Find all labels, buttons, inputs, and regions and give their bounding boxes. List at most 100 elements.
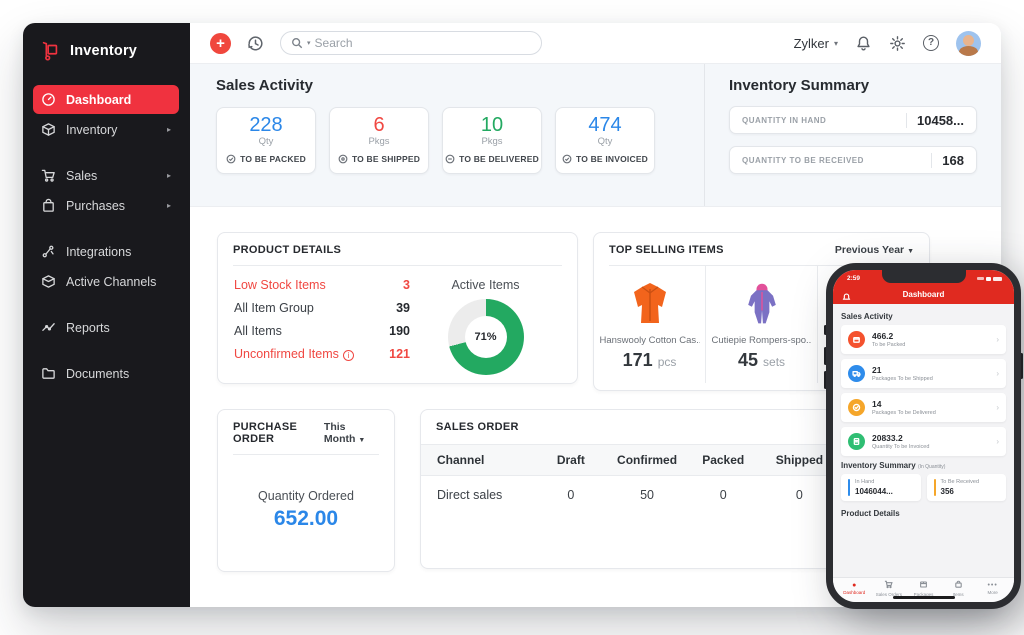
top-selling-item[interactable]: Cutiepie Rompers-spo... 45 sets (706, 266, 818, 383)
phone-to-be-received-card[interactable]: To Be Received 356 (926, 474, 1006, 501)
to-be-packed-card[interactable]: 228 Qty TO BE PACKED (216, 107, 316, 174)
phone-page-title: Dashboard (902, 290, 945, 299)
card-caption: TO BE DELIVERED (459, 154, 539, 164)
quantity-to-be-received-row[interactable]: QUANTITY TO BE RECEIVED 168 (729, 146, 977, 174)
quick-create-button[interactable]: + (210, 32, 231, 54)
chevron-right-icon: › (996, 369, 999, 378)
purchase-order-period-dropdown[interactable]: This Month ▼ (324, 421, 379, 445)
row-label: QUANTITY IN HAND (742, 115, 827, 125)
sidebar-item-label: Active Channels (66, 274, 157, 289)
phone-tab-more[interactable]: ••• More (975, 580, 1010, 596)
search-scope-caret-icon[interactable]: ▾ (307, 39, 311, 47)
value: 356 (940, 487, 954, 496)
check-circle-icon (226, 154, 236, 164)
help-icon[interactable]: ? (923, 35, 939, 51)
search-input[interactable] (314, 36, 531, 50)
to-be-invoiced-card[interactable]: 474 Qty TO BE INVOICED (555, 107, 655, 174)
all-item-group-row[interactable]: All Item Group 39 (234, 301, 410, 315)
chevron-down-icon: ▾ (833, 38, 838, 48)
to-be-invoiced-value: 474 (588, 114, 622, 136)
sidebar-item-inventory[interactable]: Inventory ▸ (33, 115, 179, 144)
box-icon (41, 122, 56, 137)
unconfirmed-items-value: 121 (389, 347, 410, 361)
phone-sales-activity-title: Sales Activity (841, 312, 893, 321)
org-switcher[interactable]: Zylker ▾ (794, 36, 838, 51)
phone-bell-icon[interactable] (842, 289, 851, 307)
phone-body: Sales Activity 466.2 To be Packed › 21 P… (833, 304, 1014, 577)
sidebar: Inventory Dashboard Inventory ▸ Sales ▸ … (23, 23, 190, 607)
phone-tab-packages[interactable]: Packages (906, 580, 941, 597)
phone-frame: 2:59 Dashboard Sales Activity 466.2 To b… (826, 263, 1021, 609)
card-caption: TO BE SHIPPED (351, 154, 421, 164)
dashboard-icon (41, 92, 56, 107)
sidebar-item-sales[interactable]: Sales ▸ (33, 161, 179, 190)
sidebar-item-dashboard[interactable]: Dashboard (33, 85, 179, 114)
app-title: Inventory (70, 43, 138, 59)
phone-time: 2:59 (847, 275, 861, 282)
to-be-shipped-card[interactable]: 6 Pkgs TO BE SHIPPED (329, 107, 429, 174)
item-unit: pcs (657, 355, 677, 369)
info-icon[interactable]: i (342, 350, 354, 361)
phone-in-hand-card[interactable]: In Hand 1046044... (841, 474, 921, 501)
sidebar-item-integrations[interactable]: Integrations (33, 237, 179, 266)
low-stock-items-row[interactable]: Low Stock Items 3 (234, 278, 410, 292)
top-selling-title: TOP SELLING ITEMS (609, 244, 724, 256)
phone-tab-items[interactable]: Items (941, 580, 976, 597)
value: 466.2 (872, 331, 894, 341)
phone-tab-dashboard[interactable]: ● Dashboard (837, 580, 872, 596)
card-caption: TO BE PACKED (240, 154, 306, 164)
phone-app-header: Dashboard (833, 285, 1014, 304)
sidebar-nav: Dashboard Inventory ▸ Sales ▸ Purchases … (23, 76, 190, 388)
all-item-group-value: 39 (396, 301, 410, 315)
active-items-donut: 71% (447, 299, 524, 375)
sidebar-item-label: Dashboard (66, 92, 132, 107)
cart-icon (41, 168, 56, 183)
sidebar-item-active-channels[interactable]: Active Channels (33, 267, 179, 296)
bag-icon (41, 198, 56, 213)
chevron-right-icon: › (996, 335, 999, 344)
phone-to-be-packed-card[interactable]: 466.2 To be Packed › (841, 325, 1006, 354)
notifications-bell-icon[interactable] (855, 35, 872, 52)
label: Quantity To be Invoiced (872, 444, 930, 450)
top-selling-period-dropdown[interactable]: Previous Year ▼ (835, 244, 914, 256)
top-selling-item[interactable]: Hanswooly Cotton Cas... 171 pcs (594, 266, 706, 383)
topbar: + ▾ Zylker ▾ ? (190, 23, 1001, 64)
phone-to-be-shipped-card[interactable]: 21 Packages To be Shipped › (841, 359, 1006, 388)
quantity-to-be-received-value: 168 (931, 152, 964, 168)
unit-label: Qty (597, 136, 613, 147)
channel-cell: Direct sales (437, 488, 503, 502)
bag-icon (954, 580, 963, 591)
dashboard-tab-icon: ● (852, 581, 857, 589)
all-items-row[interactable]: All Items 190 (234, 324, 410, 338)
purchase-order-card: PURCHASE ORDER This Month ▼ Quantity Ord… (217, 409, 395, 572)
overview-band: Sales Activity 228 Qty TO BE PACKED 6 Pk… (190, 64, 1001, 207)
sidebar-item-reports[interactable]: Reports (33, 313, 179, 342)
row-label: QUANTITY TO BE RECEIVED (742, 155, 864, 165)
chevron-right-icon: › (996, 437, 999, 446)
battery-icon (993, 276, 1002, 281)
to-be-packed-value: 228 (249, 114, 283, 136)
value: 20833.2 (872, 433, 903, 443)
sidebar-item-purchases[interactable]: Purchases ▸ (33, 191, 179, 220)
check-circle-icon (562, 154, 572, 164)
global-search[interactable]: ▾ (280, 31, 542, 55)
phone-tab-sales-orders[interactable]: Sales Orders (872, 580, 907, 597)
quantity-in-hand-row[interactable]: QUANTITY IN HAND 10458... (729, 106, 977, 134)
cardigan-product-image (625, 276, 675, 332)
row-label: All Item Group (234, 301, 314, 315)
settings-gear-icon[interactable] (889, 35, 906, 52)
phone-to-be-invoiced-card[interactable]: 20833.2 Quantity To be Invoiced › (841, 427, 1006, 456)
recent-history-icon[interactable] (246, 34, 265, 53)
unit-label: Pkgs (481, 136, 503, 147)
value: 1046044... (855, 487, 893, 496)
phone-to-be-delivered-card[interactable]: 14 Packages To be Delivered › (841, 393, 1006, 422)
chevron-down-icon: ▼ (358, 437, 366, 444)
to-be-delivered-card[interactable]: 10 Pkgs TO BE DELIVERED (442, 107, 542, 174)
home-indicator[interactable] (892, 596, 955, 599)
unconfirmed-items-row[interactable]: Unconfirmed Items i 121 (234, 347, 410, 361)
product-details-title: PRODUCT DETAILS (233, 244, 342, 256)
user-avatar[interactable] (956, 30, 981, 56)
sidebar-item-label: Integrations (66, 244, 132, 259)
sidebar-item-documents[interactable]: Documents (33, 359, 179, 388)
app-logo: Inventory (23, 23, 190, 76)
